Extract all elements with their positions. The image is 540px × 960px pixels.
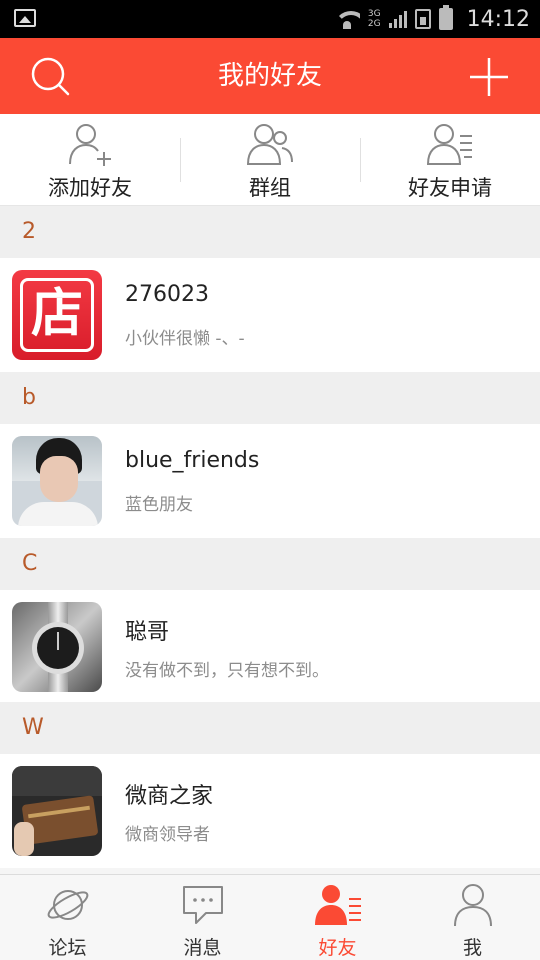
plus-icon[interactable] [468,56,510,98]
tab-friends[interactable]: 好友 [270,875,405,960]
network-bottom-label: 2G [367,19,381,29]
status-indicators: 3G 2G 14:12 [333,0,530,38]
signal-icon [388,10,407,28]
list-item[interactable]: 微商之家 微商领导者 [0,754,540,868]
section-header-w: W [0,702,540,754]
network-top-label: 3G [367,9,381,19]
status-bar: 3G 2G 14:12 [0,0,540,38]
tab-forum-label: 论坛 [48,937,87,959]
app-header: 我的好友 [0,38,540,114]
add-friend-icon [69,124,111,166]
planet-icon [47,890,88,920]
tab-forum[interactable]: 论坛 [0,875,135,960]
section-header-c: C [0,538,540,590]
add-friend-label: 添加好友 [48,176,132,200]
tab-me[interactable]: 我 [405,875,540,960]
section-header-b: b [0,372,540,424]
friend-name: blue_friends [125,448,260,473]
tab-friends-label: 好友 [318,937,357,959]
network-type: 3G 2G [368,9,381,29]
battery-icon [438,5,453,30]
shop-logo-char: 店 [30,284,83,344]
list-item[interactable]: blue_friends 蓝色朋友 [0,424,540,538]
friend-desc: 小伙伴很懒 -、- [125,329,245,349]
friend-name: 聪哥 [125,620,170,645]
friend-desc: 微商领导者 [125,825,210,845]
person-icon [453,884,492,927]
friend-desc: 蓝色朋友 [125,495,193,515]
friend-request-label: 好友申请 [408,176,492,200]
friend-name: 276023 [125,282,209,307]
photo-avatar-watch [12,602,102,692]
add-friend-button[interactable]: 添加好友 [0,114,180,205]
list-item[interactable]: 聪哥 没有做不到，只有想不到。 [0,590,540,704]
friend-name: 微商之家 [125,784,214,809]
photo-avatar-bag [12,766,102,856]
group-label: 群组 [249,176,291,200]
section-header-2: 2 [0,206,540,258]
photo-avatar-boy [12,436,102,526]
quick-actions: 添加好友 群组 好友申请 [0,114,540,206]
image-notification-icon [14,9,36,27]
clock: 14:12 [466,6,530,32]
page-title: 我的好友 [217,61,322,91]
friend-request-button[interactable]: 好友申请 [360,114,540,205]
friend-request-icon [426,124,472,165]
sim-icon [414,9,431,29]
tab-me-label: 我 [462,937,482,959]
tab-messages[interactable]: 消息 [135,875,270,960]
friends-icon [314,885,361,925]
chat-bubble-icon [182,886,223,924]
list-item[interactable]: 店 276023 小伙伴很懒 -、- [0,258,540,372]
friend-desc: 没有做不到，只有想不到。 [125,661,329,681]
group-icon [246,124,293,165]
bottom-tab-bar: 论坛 消息 好友 我 [0,874,540,960]
wifi-icon [333,9,360,29]
tab-messages-label: 消息 [183,937,222,959]
shop-logo-avatar: 店 [12,270,102,360]
group-button[interactable]: 群组 [180,114,360,205]
